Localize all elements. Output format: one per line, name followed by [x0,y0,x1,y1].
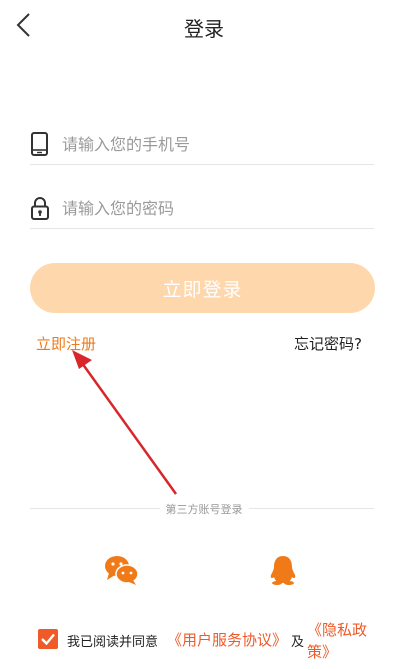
third-party-label: 第三方账号登录 [0,501,408,517]
phone-field [30,125,374,165]
agreement-checkbox[interactable] [38,629,58,649]
header: 登录 [0,0,408,52]
page-title: 登录 [184,17,224,41]
agreement-and: 及 [291,635,305,650]
phone-icon [30,132,50,156]
phone-input[interactable] [62,131,362,157]
login-button[interactable]: 立即登录 [30,263,375,313]
privacy-policy-link-continued[interactable]: 策》 [307,641,337,662]
password-input[interactable] [62,195,362,221]
privacy-policy-link[interactable]: 《隐私政 [307,619,367,640]
password-field [30,189,374,229]
register-link[interactable]: 立即注册 [36,333,96,354]
agreement-prefix: 我已阅读并同意 [67,635,159,650]
wechat-icon[interactable] [103,554,139,586]
lock-icon [30,196,50,220]
forgot-password-link[interactable]: 忘记密码? [294,333,362,354]
service-agreement-link[interactable]: 《用户服务协议》 [167,629,287,650]
qq-icon[interactable] [268,554,298,586]
